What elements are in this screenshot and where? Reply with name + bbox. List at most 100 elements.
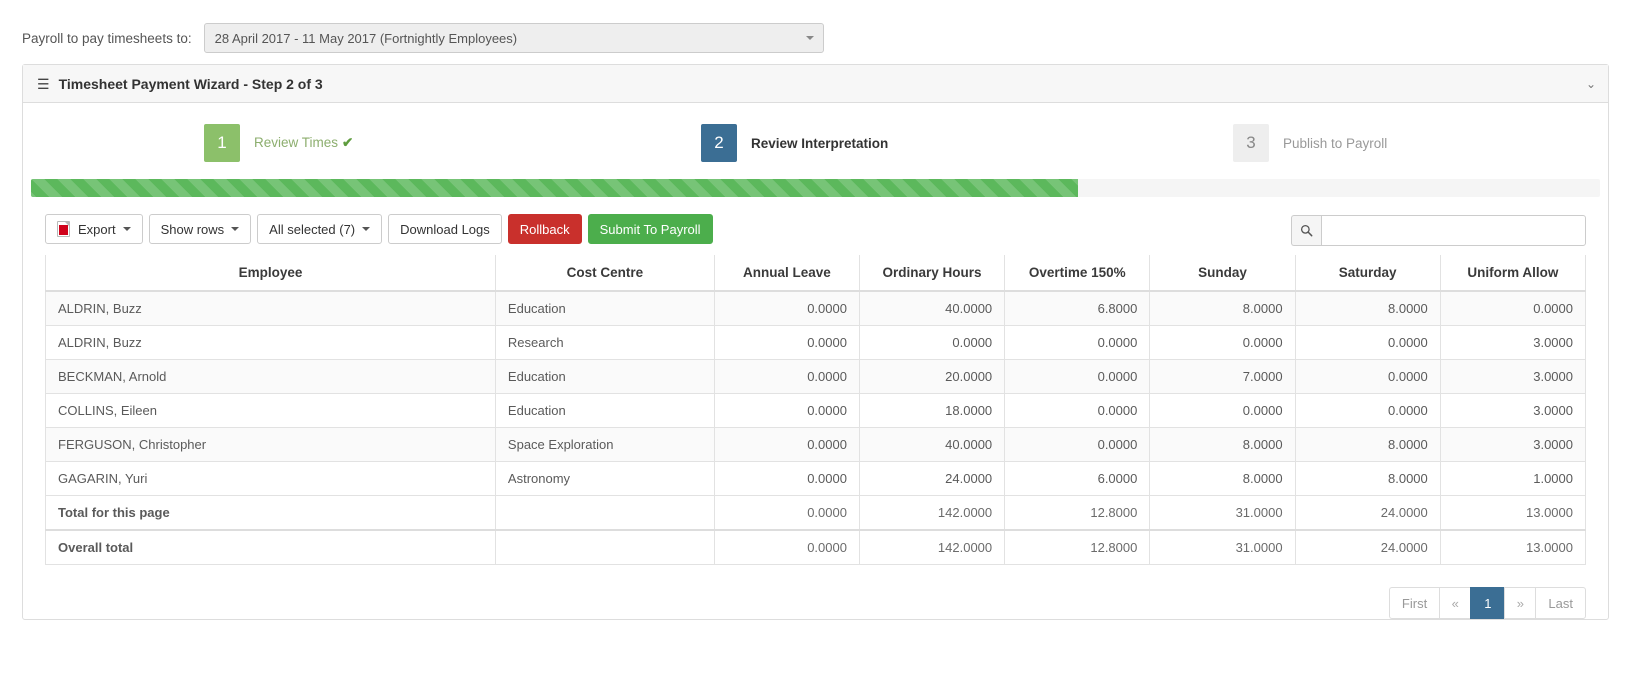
progress-bar-track	[31, 179, 1600, 197]
table-row[interactable]: BECKMAN, Arnold Education 0.0000 20.0000 0.0…	[45, 359, 1587, 394]
column-header-overtime-150[interactable]: Overtime 150%	[1004, 255, 1151, 292]
cell-saturday: 0.0000	[1294, 359, 1441, 394]
column-header-sunday[interactable]: Sunday	[1149, 255, 1296, 292]
payroll-label: Payroll to pay timesheets to:	[22, 30, 192, 46]
column-header-saturday[interactable]: Saturday	[1294, 255, 1441, 292]
cell-annual-leave: 0.0000	[713, 461, 860, 496]
cell-annual-leave: 0.0000	[713, 325, 860, 360]
cell-ordinary-hours: 20.0000	[858, 359, 1006, 394]
search-icon	[1291, 215, 1321, 246]
total-saturday: 24.0000	[1294, 495, 1441, 531]
cell-employee: BECKMAN, Arnold	[45, 359, 496, 394]
all-selected-button[interactable]: All selected (7)	[257, 214, 383, 244]
cell-ordinary-hours: 24.0000	[858, 461, 1006, 496]
table-row[interactable]: ALDRIN, Buzz Education 0.0000 40.0000 6.8000…	[45, 290, 1587, 326]
payroll-period-select[interactable]: 28 April 2017 - 11 May 2017 (Fortnightly…	[203, 23, 824, 53]
cell-overtime-150: 0.0000	[1004, 427, 1151, 462]
panel-body: 1 Review Times ✔ 2 Review Interpretation …	[23, 103, 1608, 619]
total-saturday: 24.0000	[1294, 529, 1441, 565]
cell-sunday: 0.0000	[1149, 325, 1296, 360]
cell-employee: ALDRIN, Buzz	[45, 325, 496, 360]
submit-to-payroll-button[interactable]: Submit To Payroll	[587, 214, 713, 244]
table-row[interactable]: ALDRIN, Buzz Research 0.0000 0.0000 0.0000 0.…	[45, 325, 1587, 360]
total-cost-centre	[494, 495, 715, 531]
cell-ordinary-hours: 40.0000	[858, 427, 1006, 462]
cell-sunday: 7.0000	[1149, 359, 1296, 394]
step-number: 1	[204, 124, 240, 162]
cell-uniform-allow: 3.0000	[1439, 325, 1587, 360]
total-sunday: 31.0000	[1149, 529, 1296, 565]
cell-employee: GAGARIN, Yuri	[45, 461, 496, 496]
pagination-last[interactable]: Last	[1535, 587, 1586, 619]
total-overtime-150: 12.8000	[1004, 529, 1151, 565]
export-button[interactable]: Export	[45, 214, 143, 244]
cell-employee: COLLINS, Eileen	[45, 393, 496, 428]
pagination-next[interactable]: »	[1504, 587, 1536, 619]
pagination-first[interactable]: First	[1388, 587, 1440, 619]
cell-employee: ALDRIN, Buzz	[45, 290, 496, 326]
wizard-step-publish-to-payroll[interactable]: 3 Publish to Payroll	[1233, 124, 1387, 162]
table-row[interactable]: GAGARIN, Yuri Astronomy 0.0000 24.0000 6.000…	[45, 461, 1587, 496]
step-label-text: Review Times	[254, 135, 339, 150]
total-ordinary-hours: 142.0000	[858, 495, 1006, 531]
show-rows-label: Show rows	[160, 221, 225, 237]
total-uniform-allow: 13.0000	[1439, 529, 1587, 565]
cell-cost-centre: Space Exploration	[494, 427, 715, 462]
column-header-employee[interactable]: Employee	[45, 255, 496, 292]
cell-overtime-150: 6.0000	[1004, 461, 1151, 496]
wizard-step-review-interpretation[interactable]: 2 Review Interpretation	[701, 124, 888, 162]
pagination-page-1[interactable]: 1	[1470, 587, 1505, 619]
cell-overtime-150: 0.0000	[1004, 325, 1151, 360]
cell-uniform-allow: 3.0000	[1439, 393, 1587, 428]
panel-header: ☰ Timesheet Payment Wizard - Step 2 of 3…	[23, 65, 1608, 103]
total-label: Overall total	[45, 529, 496, 565]
total-overtime-150: 12.8000	[1004, 495, 1151, 531]
table-row[interactable]: FERGUSON, Christopher Space Exploration 0.…	[45, 427, 1587, 462]
column-header-cost-centre[interactable]: Cost Centre	[494, 255, 715, 292]
total-sunday: 31.0000	[1149, 495, 1296, 531]
pagination-prev[interactable]: «	[1439, 587, 1471, 619]
table-body: ALDRIN, Buzz Education 0.0000 40.0000 6.8000…	[45, 290, 1587, 565]
cell-saturday: 8.0000	[1294, 290, 1441, 326]
wizard-steps: 1 Review Times ✔ 2 Review Interpretation …	[23, 103, 1608, 179]
page-title: Timesheet Payment Wizard - Step 2 of 3	[58, 75, 323, 92]
download-logs-button[interactable]: Download Logs	[388, 214, 502, 244]
cell-cost-centre: Astronomy	[494, 461, 715, 496]
export-label: Export	[78, 221, 116, 237]
pagination-row: First « 1 » Last	[23, 565, 1608, 619]
search-input[interactable]	[1321, 215, 1586, 246]
cell-overtime-150: 6.8000	[1004, 290, 1151, 326]
wizard-step-review-times[interactable]: 1 Review Times ✔	[204, 124, 353, 162]
chevron-down-icon	[122, 227, 131, 231]
cell-sunday: 8.0000	[1149, 427, 1296, 462]
column-header-annual-leave[interactable]: Annual Leave	[713, 255, 860, 292]
column-header-uniform-allow[interactable]: Uniform Allow	[1439, 255, 1587, 292]
cell-cost-centre: Education	[494, 393, 715, 428]
cell-sunday: 8.0000	[1149, 290, 1296, 326]
step-number: 2	[701, 124, 737, 162]
hamburger-icon[interactable]: ☰	[37, 77, 50, 91]
cell-uniform-allow: 0.0000	[1439, 290, 1587, 326]
step-label: Review Times ✔	[254, 135, 353, 151]
cell-sunday: 8.0000	[1149, 461, 1296, 496]
table-toolbar: Export Show rows All selected (7) Downlo…	[23, 197, 1608, 255]
column-header-ordinary-hours[interactable]: Ordinary Hours	[858, 255, 1006, 292]
wizard-panel: ☰ Timesheet Payment Wizard - Step 2 of 3…	[22, 64, 1609, 620]
total-uniform-allow: 13.0000	[1439, 495, 1587, 531]
payroll-period-value: 28 April 2017 - 11 May 2017 (Fortnightly…	[214, 30, 518, 46]
table-row[interactable]: COLLINS, Eileen Education 0.0000 18.0000 0.0…	[45, 393, 1587, 428]
cell-cost-centre: Research	[494, 325, 715, 360]
cell-ordinary-hours: 40.0000	[858, 290, 1006, 326]
cell-ordinary-hours: 18.0000	[858, 393, 1006, 428]
cell-saturday: 8.0000	[1294, 461, 1441, 496]
cell-cost-centre: Education	[494, 290, 715, 326]
show-rows-button[interactable]: Show rows	[148, 214, 252, 244]
overall-total-row: Overall total 0.0000 142.0000 12.8000 31.000…	[45, 529, 1587, 565]
rollback-button[interactable]: Rollback	[507, 214, 582, 244]
cell-saturday: 0.0000	[1294, 325, 1441, 360]
all-selected-label: All selected (7)	[269, 221, 356, 237]
chevron-down-icon[interactable]: ⌄	[1586, 77, 1596, 91]
cell-saturday: 8.0000	[1294, 427, 1441, 462]
chevron-down-icon	[805, 36, 814, 40]
total-annual-leave: 0.0000	[713, 529, 860, 565]
